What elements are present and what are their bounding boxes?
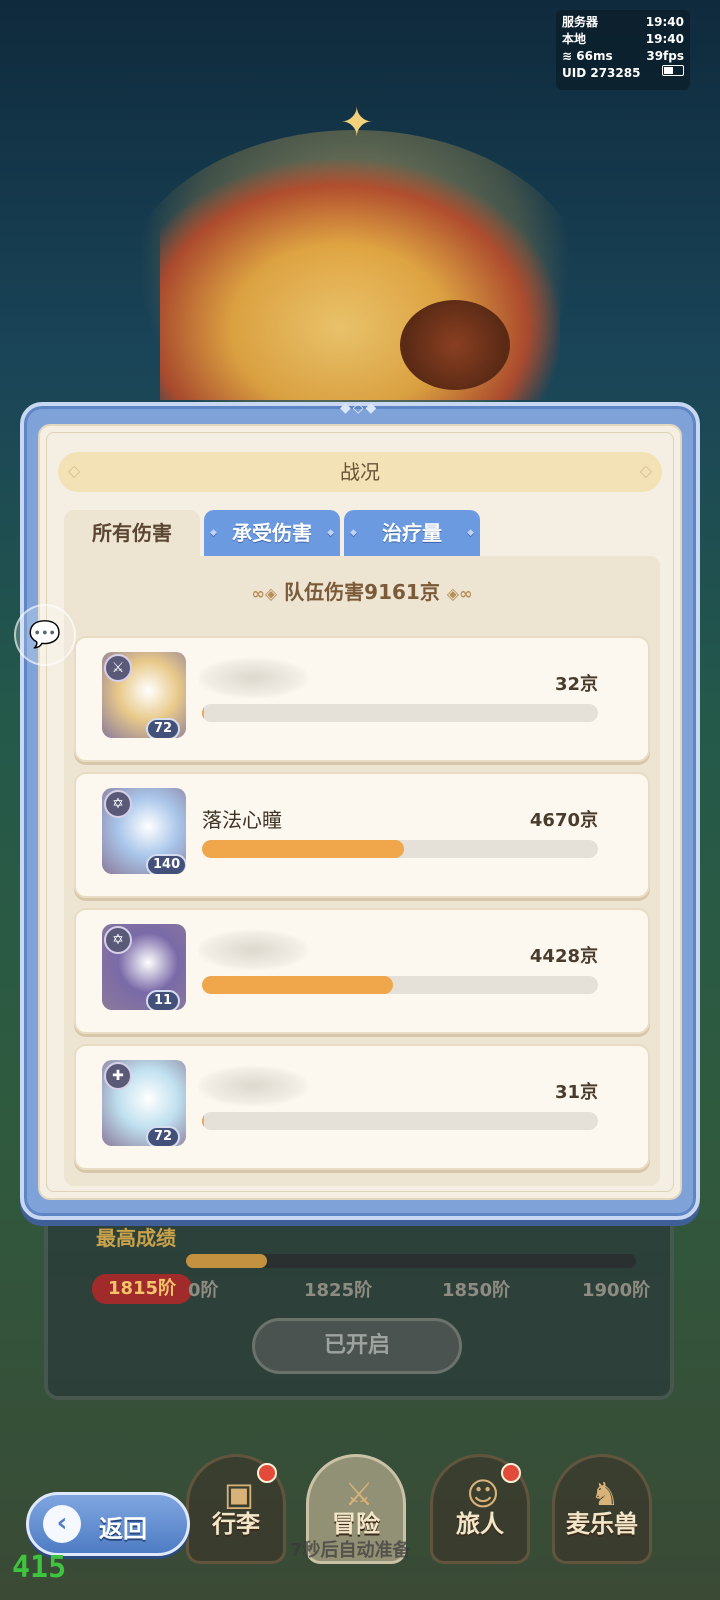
chat-icon[interactable]: 💬 [14,604,76,666]
back-button[interactable]: ‹ 返回 [26,1492,190,1556]
hexagram-icon: ✡ [104,926,132,954]
hero-damage-card[interactable]: ⚔ 72 32京 [74,636,650,762]
team-damage-text: 队伍伤害9161京 [284,580,440,604]
level-badge: 11 [146,990,180,1010]
hammer-art [400,300,510,390]
modal-body: ◇ 战况 ◇ 所有伤害 承受伤害 治疗量 ∞◈ 队伍伤害9161京 ◈∞ ⚔ 72… [38,424,682,1200]
server-time: 19:40 [645,15,684,29]
damage-bar-fill [202,704,205,722]
redacted-name [198,1066,308,1106]
ornament-left-icon: ∞◈ [251,584,278,603]
sparkle-icon: ✦ [340,100,374,146]
damage-value: 4428京 [529,946,598,967]
auto-prepare-text: 7秒后自动准备 [290,1540,411,1561]
ping-readout: ≋ 66ms [562,49,613,63]
diamond-icon: ◇ [68,461,81,480]
nav-luggage[interactable]: ▣ 行李 [186,1454,286,1564]
damage-bar-fill [202,976,394,994]
ornament-right-icon: ◈∞ [446,584,473,603]
rank-progress-bar [186,1254,636,1268]
nav-label: 旅人 [456,1510,504,1538]
fps-counter: 415 [12,1550,67,1585]
modal-title: 战况 [340,460,380,484]
damage-bar [202,976,598,994]
level-badge: 140 [146,854,186,874]
hero-portrait: ⚔ 72 [102,652,186,738]
nav-traveler[interactable]: ☺ 旅人 [430,1454,530,1564]
back-arrow-icon: ‹ [43,1505,81,1543]
redacted-name [198,930,308,970]
back-label: 返回 [99,1515,147,1543]
best-record-label: 最高成绩 [96,1226,176,1250]
uid-readout: UID 273285 [562,66,641,80]
fps-readout: 39fps [646,49,684,63]
level-badge: 72 [146,718,180,738]
tab-damage-taken[interactable]: 承受伤害 [204,510,340,556]
nav-label: 行李 [212,1510,260,1538]
damage-bar [202,840,598,858]
sword-icon: ⚔ [104,654,132,682]
local-time: 19:40 [645,32,684,46]
battery-icon [662,65,684,76]
team-damage-summary: ∞◈ 队伍伤害9161京 ◈∞ [64,576,660,605]
nav-label: 冒险 [332,1510,380,1538]
damage-value: 4670京 [529,810,598,831]
gem-ornament-icon: ◆◇◆ [340,400,379,416]
damage-bar-fill [202,840,404,858]
notification-dot [257,1463,277,1483]
damage-list-panel: ∞◈ 队伍伤害9161京 ◈∞ ⚔ 72 32京 ✡ 140 落法心瞳 4670京 ✡ 11 44… [64,556,660,1186]
server-label: 服务器 [562,15,599,29]
rank-tick: 1850阶 [442,1280,511,1301]
damage-value: 32京 [554,674,598,695]
title-bar: ◇ 战况 ◇ [58,452,662,492]
hero-portrait: ✚ 72 [102,1060,186,1146]
damage-bar [202,1112,598,1130]
nav-label: 麦乐兽 [566,1510,638,1538]
hero-name: 落法心瞳 [202,808,282,832]
hero-portrait: ✡ 11 [102,924,186,1010]
level-badge: 72 [146,1126,180,1146]
tab-all-damage[interactable]: 所有伤害 [64,510,200,556]
hero-damage-card[interactable]: ✡ 11 4428京 [74,908,650,1034]
local-label: 本地 [562,32,587,46]
tab-bar: 所有伤害 承受伤害 治疗量 [64,510,480,556]
notification-dot [501,1463,521,1483]
redacted-name [198,658,308,698]
hero-portrait: ✡ 140 [102,788,186,874]
rank-tick: 1825阶 [304,1280,373,1301]
opened-button[interactable]: 已开启 [252,1318,462,1374]
hero-damage-card[interactable]: ✚ 72 31京 [74,1044,650,1170]
rank-tick: 0阶 [188,1280,219,1301]
hexagram-icon: ✡ [104,790,132,818]
wifi-icon: ≋ [562,49,573,63]
status-overlay: 服务器 19:40 本地 19:40 ≋ 66ms 39fps UID 273285 [556,10,690,90]
damage-bar [202,704,598,722]
rank-tick: 1900阶 [582,1280,651,1301]
damage-value: 31京 [554,1082,598,1103]
cross-icon: ✚ [104,1062,132,1090]
diamond-icon: ◇ [639,461,652,480]
best-rank-badge: 1815阶 [92,1274,192,1304]
hero-damage-card[interactable]: ✡ 140 落法心瞳 4670京 [74,772,650,898]
tab-healing[interactable]: 治疗量 [344,510,480,556]
damage-bar-fill [202,1112,205,1130]
battle-stats-modal: ◆◇◆ ◇ 战况 ◇ 所有伤害 承受伤害 治疗量 ∞◈ 队伍伤害9161京 ◈∞… [20,400,700,1220]
nav-beast[interactable]: ♞ 麦乐兽 [552,1454,652,1564]
